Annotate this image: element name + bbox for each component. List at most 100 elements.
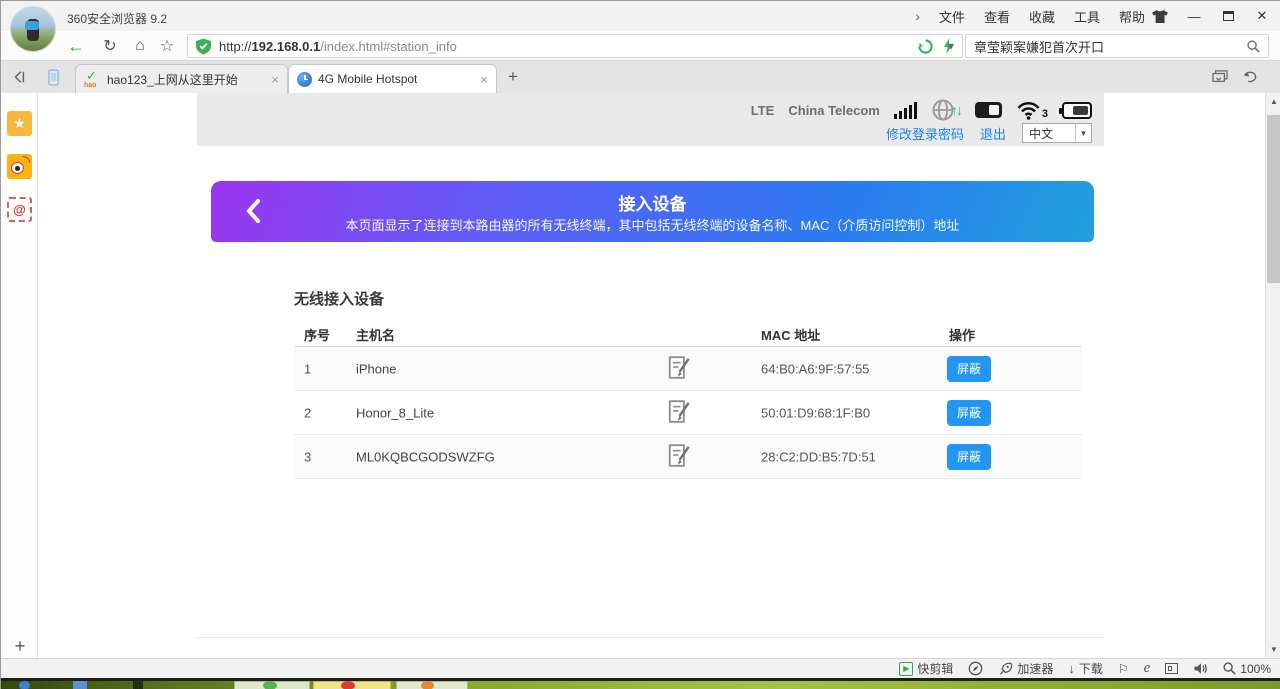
taskbar-blob [263,681,277,689]
header-mac: MAC 地址 [761,325,820,344]
block-button[interactable]: 屏蔽 [947,356,991,382]
page-footer-divider [197,637,1104,638]
edit-hostname-icon[interactable] [666,398,692,427]
sim-card-icon [975,102,1002,118]
row-no: 2 [304,405,311,420]
header-action: 操作 [949,325,975,344]
download-icon: ↓ [1068,661,1075,676]
logout-link[interactable]: 退出 [980,124,1006,143]
menu-favorites[interactable]: 收藏 [1029,7,1055,26]
menu-file[interactable]: 文件 [939,7,965,26]
device-status-row: LTE China Telecom ↑↓ 3 [751,98,1092,122]
tab-list-icon[interactable] [1207,61,1233,93]
window-controls: — ✕ [1143,1,1279,31]
skin-icon[interactable] [1143,1,1177,31]
ie-mode-icon[interactable]: e [1144,660,1151,677]
minimize-button[interactable]: — [1177,1,1211,31]
account-actions-row: 修改登录密码 退出 中文 ▾ [886,123,1092,143]
search-icon[interactable] [1247,40,1260,53]
sidebar-add-icon[interactable]: + [9,635,31,657]
weibo-icon[interactable] [7,154,32,179]
signal-bars-icon [894,101,917,119]
menu-tools[interactable]: 工具 [1074,7,1100,26]
download-tool[interactable]: ↓ 下载 [1068,660,1103,677]
select-arrow-icon: ▾ [1075,124,1091,142]
row-hostname: Honor_8_Lite [356,405,434,420]
close-tab-icon[interactable]: × [263,72,279,87]
row-mac: 50:01:D9:68:1F:B0 [761,405,870,420]
page-subtitle: 本页面显示了连接到本路由器的所有无线终端，其中包括无线终端的设备名称、MAC（介… [211,215,1094,234]
home-icon[interactable]: ⌂ [127,31,153,61]
row-mac: 28:C2:DD:B5:7D:51 [761,449,876,464]
desktop-taskbar-sliver [1,681,1280,689]
header-hostname: 主机名 [356,325,395,344]
play-icon: ▶ [899,662,913,676]
refresh-icon[interactable]: ↻ [97,31,123,61]
bookmark-star-icon[interactable]: ☆ [154,31,180,61]
scroll-down-icon[interactable]: ▼ [1266,645,1280,654]
avatar-jacket [25,21,39,30]
scrollbar-thumb[interactable] [1267,115,1280,283]
hotspot-favicon [297,72,312,87]
mail-at-icon[interactable]: @ [7,197,32,222]
favorites-star-icon[interactable]: ★ [7,111,32,136]
network-type-label: LTE [751,103,775,118]
traffic-arrows-icon: ↑↓ [951,102,961,118]
new-tab-button[interactable]: + [499,61,527,93]
row-hostname: ML0KQBCGODSWZFG [356,449,495,464]
tab-label: 4G Mobile Hotspot [318,72,417,86]
block-button[interactable]: 屏蔽 [947,400,991,426]
accelerator-label: 加速器 [1017,660,1053,677]
split-window-icon[interactable] [1165,663,1178,674]
carrier-label: China Telecom [788,103,880,118]
zoom-control[interactable]: 100% [1223,662,1271,676]
speed-mode-icon[interactable] [918,39,933,54]
rocket-icon [998,662,1013,676]
url-field[interactable]: http://192.168.0.1/index.html#station_in… [187,34,963,58]
table-header-row: 序号 主机名 MAC 地址 操作 [294,317,1082,347]
hao123-favicon: ✓hao [84,71,101,87]
language-select[interactable]: 中文 ▾ [1022,123,1092,143]
accelerator-tool[interactable]: 加速器 [998,660,1053,677]
edit-hostname-icon[interactable] [666,354,692,383]
maximize-button[interactable] [1211,1,1245,31]
edit-hostname-icon[interactable] [666,442,692,471]
collapse-sidebar-icon[interactable] [7,61,31,93]
menu-view[interactable]: 查看 [984,7,1010,26]
taskbar-blob [341,681,355,689]
table-row: 1 iPhone 64:B0:A6:9F:57:55 屏蔽 [294,347,1082,391]
vertical-scrollbar[interactable]: ▲ ▼ [1265,93,1280,658]
maximize-icon [1223,11,1234,21]
url-text: http://192.168.0.1/index.html#station_in… [219,39,457,54]
menu-expand-icon[interactable]: › [915,8,920,24]
reopen-closed-tab-icon[interactable] [1237,61,1263,93]
user-avatar[interactable] [10,6,56,52]
browser-menubar: › 文件 查看 收藏 工具 帮助 [915,1,1165,31]
section-title: 无线接入设备 [294,288,384,309]
browser-statusbar: ▶ 快剪辑 加速器 ↓ 下载 ⚐ e 100% [1,658,1280,678]
scroll-up-icon[interactable]: ▲ [1266,97,1280,106]
quick-edit-tool[interactable]: ▶ 快剪辑 [899,660,953,677]
change-password-link[interactable]: 修改登录密码 [886,124,964,143]
devices-table: 序号 主机名 MAC 地址 操作 1 iPhone 64:B0:A6:9F:57… [294,317,1082,479]
compass-icon[interactable] [968,661,983,676]
flag-icon[interactable]: ⚐ [1118,662,1129,676]
menu-help[interactable]: 帮助 [1119,7,1145,26]
tab-hao123[interactable]: ✓hao hao123_上网从这里开始 × [75,64,288,93]
row-no: 1 [304,361,311,376]
page-banner: 接入设备 本页面显示了连接到本路由器的所有无线终端，其中包括无线终端的设备名称、… [211,181,1094,242]
header-no: 序号 [304,325,330,344]
quick-edit-label: 快剪辑 [917,660,953,677]
url-dropdown-icon[interactable]: ▾ [939,31,963,61]
window-title: 360安全浏览器 9.2 [67,10,167,27]
speaker-icon[interactable] [1193,662,1208,675]
search-input[interactable]: 章莹颖案嫌犯首次开口 [965,34,1269,58]
mobile-phone-icon[interactable] [41,61,65,93]
block-button[interactable]: 屏蔽 [947,444,991,470]
tab-4g-hotspot[interactable]: 4G Mobile Hotspot × [288,64,497,93]
row-mac: 64:B0:A6:9F:57:55 [761,361,869,376]
close-button[interactable]: ✕ [1245,1,1279,31]
close-tab-icon[interactable]: × [472,72,488,87]
device-status-header: LTE China Telecom ↑↓ 3 修改登录密码 退出 中文 ▾ [197,93,1104,146]
back-icon[interactable]: ← [63,31,89,61]
